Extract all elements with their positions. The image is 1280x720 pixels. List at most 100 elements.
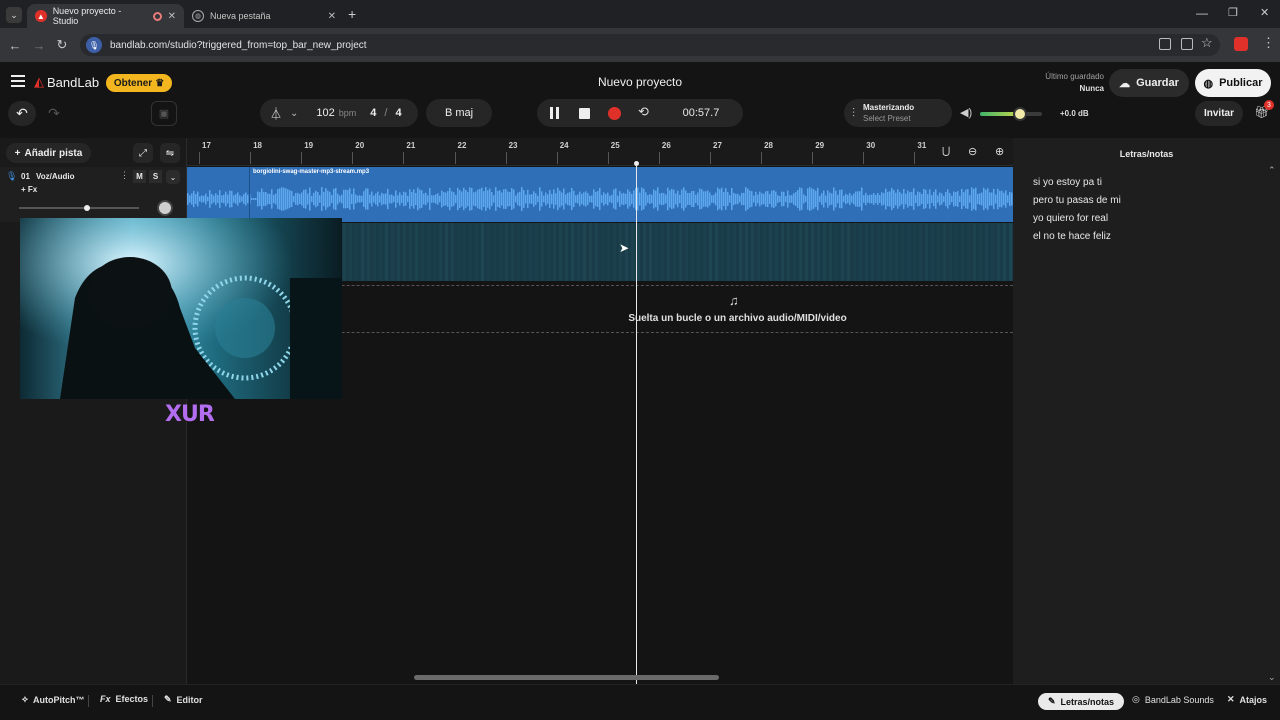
- master-volume-slider[interactable]: [980, 107, 1042, 121]
- automation-icon[interactable]: ⤢: [133, 143, 153, 163]
- ruler-tick: [556, 152, 558, 164]
- track-menu-icon[interactable]: ⋮: [120, 170, 129, 181]
- record-icon[interactable]: [608, 107, 621, 120]
- waveform-bar: [941, 193, 943, 205]
- redo-icon[interactable]: ↷: [40, 101, 68, 126]
- waveform-bar: [813, 189, 815, 209]
- track-settings-icon[interactable]: ⇋: [160, 143, 180, 163]
- add-track-button[interactable]: + Añadir pista: [6, 143, 91, 163]
- project-title[interactable]: Nuevo proyecto: [540, 75, 740, 89]
- forward-icon[interactable]: →: [29, 35, 49, 55]
- url-bar[interactable]: 🎙 bandlab.com/studio?triggered_from=top_…: [80, 34, 1220, 56]
- lane-texture-stripe: [967, 223, 970, 281]
- waveform-bar: [343, 189, 345, 209]
- close-tab-icon[interactable]: ✕: [168, 11, 176, 22]
- save-button[interactable]: ☁ Guardar: [1109, 69, 1189, 97]
- bpm-value[interactable]: 102: [316, 107, 334, 119]
- lyric-line[interactable]: pero tu pasas de mi: [1033, 195, 1121, 206]
- new-tab-icon[interactable]: +: [348, 6, 356, 22]
- obtener-button[interactable]: Obtener ♛: [106, 74, 172, 92]
- track-volume-knob[interactable]: [84, 205, 90, 211]
- waveform-bar: [337, 193, 339, 205]
- restore-icon[interactable]: ❐: [1228, 6, 1238, 19]
- hamburger-menu-icon[interactable]: [11, 75, 25, 87]
- pan-knob[interactable]: [157, 200, 173, 216]
- metronome-icon[interactable]: ⏃: [270, 105, 282, 122]
- track-name[interactable]: Voz/Audio: [36, 172, 75, 181]
- time-signature-numerator[interactable]: 4: [370, 107, 376, 119]
- bandlab-sounds-button[interactable]: ◎ BandLab Sounds: [1132, 694, 1214, 705]
- reload-icon[interactable]: ↻: [52, 35, 72, 55]
- editor-button[interactable]: ✎ Editor: [164, 694, 203, 705]
- waveform-bar: [395, 190, 397, 208]
- lyric-line[interactable]: yo quiero for real: [1033, 213, 1108, 224]
- tab-new[interactable]: ◍ Nueva pestaña ✕: [184, 4, 344, 28]
- lane-texture-stripe: [415, 223, 418, 281]
- waveform-bar: [475, 191, 477, 207]
- key-selector[interactable]: B maj: [426, 99, 492, 127]
- lyric-line[interactable]: si yo estoy pa ti: [1033, 177, 1102, 188]
- waveform-bar: [687, 192, 689, 206]
- ruler-bar-number: 22: [457, 141, 467, 150]
- tab-studio[interactable]: ▲ Nuevo proyecto - Studio ✕: [27, 4, 184, 28]
- autopitch-button[interactable]: ⟡ AutoPitch™: [22, 694, 84, 705]
- invite-button[interactable]: Invitar: [1195, 101, 1243, 126]
- shortcuts-button[interactable]: ✕ Atajos: [1227, 694, 1267, 705]
- install-app-icon[interactable]: [1159, 38, 1171, 50]
- bandlab-logo[interactable]: ◭ BandLab: [34, 74, 99, 90]
- waveform-bar: [1007, 195, 1009, 203]
- save-disk-icon[interactable]: ▣: [151, 101, 177, 126]
- mastering-button[interactable]: ⫶ Masterizando Select Preset: [844, 99, 952, 127]
- loop-icon[interactable]: ⟲: [638, 104, 649, 120]
- cast-icon[interactable]: [1181, 38, 1193, 50]
- mute-button[interactable]: M: [133, 170, 146, 183]
- waveform-bar: [931, 195, 933, 203]
- tab-search-button[interactable]: ⌄: [6, 7, 22, 23]
- pause-icon[interactable]: [548, 107, 560, 119]
- zoom-out-icon[interactable]: ⊖: [968, 145, 977, 158]
- ruler-tick: [761, 152, 763, 164]
- lane-texture-stripe: [877, 223, 880, 281]
- undo-icon[interactable]: ↶: [8, 101, 36, 126]
- effects-button[interactable]: Fx Efectos: [100, 694, 148, 704]
- lane-texture-stripe: [439, 223, 442, 281]
- audio-clip[interactable]: [187, 167, 1013, 222]
- lyrics-notes-button[interactable]: ✎ Letras/notas: [1038, 693, 1125, 710]
- chevron-up-icon[interactable]: ⌃: [1268, 165, 1276, 176]
- fx-button[interactable]: + Fx: [21, 185, 37, 194]
- close-window-icon[interactable]: ✕: [1260, 6, 1269, 19]
- time-signature-denominator[interactable]: 4: [395, 107, 401, 119]
- lyric-line[interactable]: el no te hace feliz: [1033, 231, 1111, 242]
- waveform-bar: [285, 188, 287, 210]
- volume-speaker-icon[interactable]: ◀): [960, 106, 972, 119]
- stop-icon[interactable]: [579, 108, 590, 119]
- horizontal-scrollbar[interactable]: [414, 675, 719, 680]
- bookmark-star-icon[interactable]: ☆: [1201, 35, 1213, 51]
- track-volume-slider[interactable]: [19, 205, 139, 211]
- back-icon[interactable]: ←: [5, 35, 25, 55]
- waveform-bar: [789, 195, 791, 203]
- minimize-icon[interactable]: —: [1196, 6, 1208, 20]
- snap-magnet-icon[interactable]: ⋃: [942, 146, 950, 157]
- playhead-handle[interactable]: [634, 161, 639, 166]
- waveform-bar: [197, 191, 199, 207]
- publish-button[interactable]: ◍ Publicar: [1195, 69, 1271, 97]
- solo-button[interactable]: S: [149, 170, 162, 183]
- waveform-bar: [741, 192, 743, 206]
- playhead[interactable]: [636, 163, 637, 684]
- chevron-down-icon[interactable]: ⌄: [166, 170, 180, 184]
- waveform-bar: [787, 190, 789, 208]
- chevron-down-icon[interactable]: ⌄: [290, 108, 298, 119]
- zoom-in-icon[interactable]: ⊕: [995, 145, 1004, 158]
- waveform-bar: [753, 195, 755, 203]
- extension-icon[interactable]: [1234, 37, 1248, 51]
- waveform-bar: [929, 189, 931, 209]
- waveform-bar: [215, 193, 217, 205]
- close-tab-icon[interactable]: ✕: [328, 11, 336, 22]
- waveform-bar: [633, 190, 635, 208]
- lane-texture-stripe: [691, 223, 694, 281]
- mic-permission-icon[interactable]: 🎙: [86, 37, 102, 53]
- lane-texture-stripe: [925, 223, 928, 281]
- chevron-down-icon[interactable]: ⌄: [1268, 672, 1276, 683]
- browser-menu-icon[interactable]: ⋮: [1262, 35, 1275, 51]
